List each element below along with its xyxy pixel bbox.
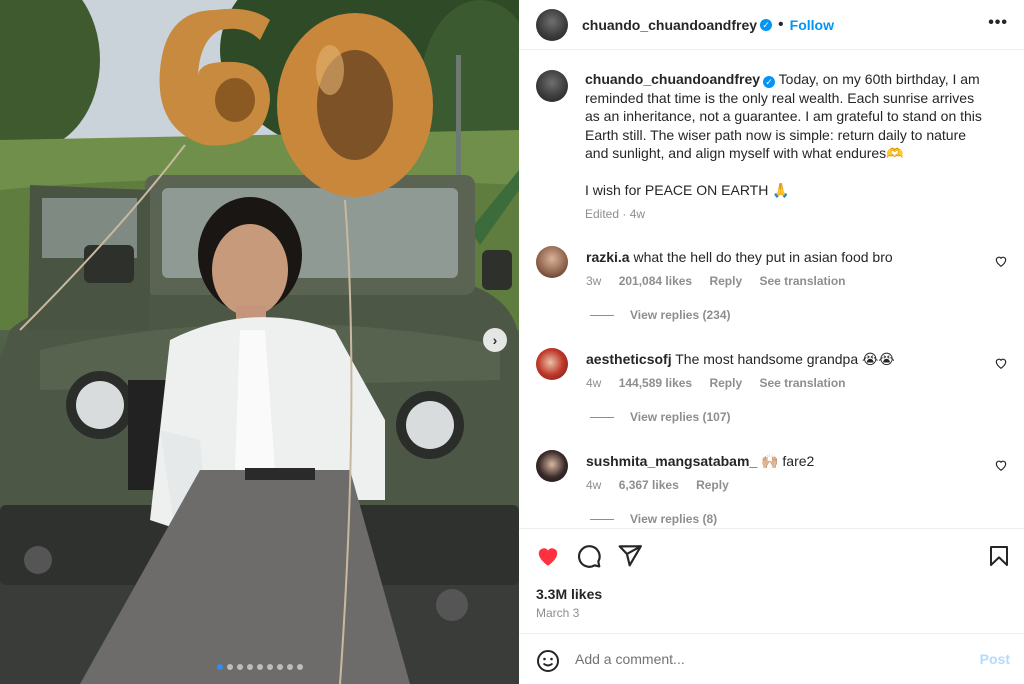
post-actions: 3.3M likes March 3 [519, 528, 1024, 633]
see-translation-button[interactable]: See translation [759, 376, 845, 390]
bookmark-icon[interactable] [987, 543, 1011, 569]
comment-age: 4w [586, 478, 602, 492]
carousel-dot [216, 664, 223, 670]
comment-text: 🙌🏼 fare2 [761, 453, 815, 469]
share-icon[interactable] [617, 543, 643, 569]
view-replies-button[interactable]: View replies (8) [590, 512, 717, 526]
comment-likes[interactable]: 144,589 likes [619, 376, 692, 390]
add-comment-input[interactable] [575, 648, 955, 670]
carousel-dots [0, 664, 519, 670]
carousel-dot [286, 664, 293, 670]
chevron-right-icon: › [492, 332, 498, 348]
comment-likes[interactable]: 6,367 likes [619, 478, 679, 492]
carousel-dot [246, 664, 253, 670]
caption-username[interactable]: chuando_chuandoandfrey [585, 71, 760, 87]
post-header: chuando_chuandoandfrey ✓ • Follow ••• [519, 0, 1024, 50]
more-options-icon[interactable]: ••• [988, 14, 1008, 32]
caption-author-avatar[interactable] [536, 70, 568, 102]
commenter-username[interactable]: sushmita_mangsatabam_ [586, 453, 757, 469]
post-date: March 3 [536, 606, 580, 620]
reply-button[interactable]: Reply [709, 376, 742, 390]
heart-filled-icon[interactable] [535, 543, 561, 569]
comment-composer: Post [519, 633, 1024, 684]
photo-illustration [0, 0, 519, 684]
heart-icon[interactable] [994, 254, 1008, 268]
likes-count[interactable]: 3.3M likes [536, 586, 602, 602]
commenter-username[interactable]: aestheticsofj [586, 351, 672, 367]
caption-meta: Edited · 4w [585, 207, 646, 221]
reply-button[interactable]: Reply [696, 478, 729, 492]
comment-icon[interactable] [576, 543, 602, 569]
commenter-avatar[interactable] [536, 450, 568, 482]
carousel-dot [226, 664, 233, 670]
carousel-next-button[interactable]: › [483, 328, 507, 352]
commenter-avatar[interactable] [536, 348, 568, 380]
comment-text: The most handsome grandpa 😭😭 [675, 351, 895, 367]
heart-icon[interactable] [994, 356, 1008, 370]
view-replies-label: View replies (8) [630, 512, 718, 526]
author-avatar[interactable] [536, 8, 568, 41]
carousel-dot [236, 664, 243, 670]
divider [590, 416, 614, 418]
comment-text: what the hell do they put in asian food … [633, 249, 893, 265]
follow-button[interactable]: Follow [790, 17, 834, 33]
carousel-dot [296, 664, 303, 670]
carousel-dot [266, 664, 273, 670]
comment-likes[interactable]: 201,084 likes [619, 274, 692, 288]
post-comment-button[interactable]: Post [980, 651, 1010, 667]
view-replies-button[interactable]: View replies (107) [590, 410, 731, 424]
carousel-dot [276, 664, 283, 670]
comment-age: 3w [586, 274, 602, 288]
see-translation-button[interactable]: See translation [759, 274, 845, 288]
post-details-panel: chuando_chuandoandfrey ✓ • Follow ••• ch… [519, 0, 1024, 684]
comment-age: 4w [586, 376, 602, 390]
verified-badge-icon: ✓ [763, 76, 776, 88]
carousel-dot [256, 664, 263, 670]
divider [590, 518, 614, 520]
divider [590, 314, 614, 316]
reply-button[interactable]: Reply [709, 274, 742, 288]
caption-text-line2: I wish for PEACE ON EARTH 🙏 [585, 181, 790, 198]
verified-badge-icon: ✓ [760, 18, 773, 31]
post-photo[interactable]: › [0, 0, 519, 684]
heart-icon[interactable] [994, 458, 1008, 472]
view-replies-label: View replies (107) [630, 410, 731, 424]
author-info: chuando_chuandoandfrey ✓ • Follow [582, 16, 834, 34]
author-username[interactable]: chuando_chuandoandfrey [582, 17, 757, 33]
comments-section[interactable]: chuando_chuandoandfrey ✓ Today, on my 60t… [519, 50, 1024, 528]
post-caption: chuando_chuandoandfrey ✓ Today, on my 60t… [536, 70, 1006, 224]
emoji-icon[interactable] [536, 649, 560, 673]
view-replies-label: View replies (234) [630, 308, 731, 322]
commenter-avatar[interactable] [536, 246, 568, 278]
view-replies-button[interactable]: View replies (234) [590, 308, 731, 322]
separator: • [778, 15, 784, 33]
commenter-username[interactable]: razki.a [586, 249, 630, 265]
